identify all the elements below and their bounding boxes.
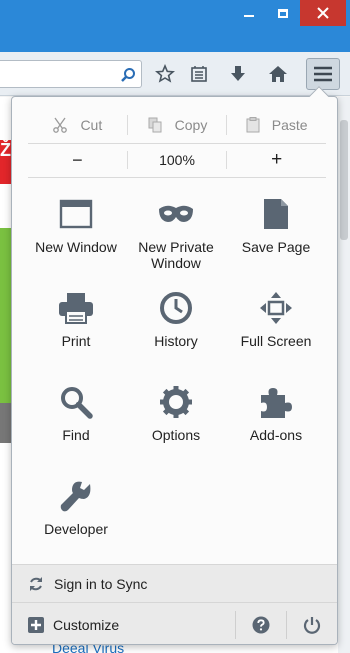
zoom-controls: − 100% + bbox=[28, 145, 326, 175]
paste-icon bbox=[246, 117, 260, 133]
customize-button[interactable]: Customize bbox=[12, 603, 235, 645]
full-screen-label: Full Screen bbox=[240, 333, 312, 349]
close-button[interactable] bbox=[300, 0, 346, 26]
edit-divider bbox=[28, 143, 326, 144]
edit-controls: Cut Copy Paste bbox=[28, 109, 326, 141]
power-icon bbox=[304, 616, 321, 634]
sign-in-to-sync-button[interactable]: Sign in to Sync bbox=[12, 564, 337, 602]
add-ons-button[interactable]: Add-ons bbox=[226, 379, 326, 471]
zoom-reset-button[interactable]: 100% bbox=[128, 145, 227, 175]
quit-button[interactable] bbox=[287, 603, 337, 645]
minimize-icon bbox=[244, 15, 254, 17]
home-button[interactable] bbox=[264, 60, 292, 88]
copy-icon bbox=[148, 117, 162, 133]
menu-panel: Cut Copy Paste − 100% + New Window New P… bbox=[11, 96, 338, 645]
zoom-in-button[interactable]: + bbox=[227, 145, 326, 175]
new-window-button[interactable]: New Window bbox=[26, 191, 126, 283]
history-button[interactable]: History bbox=[126, 285, 226, 377]
maximize-button[interactable] bbox=[266, 0, 300, 26]
download-icon bbox=[231, 66, 245, 81]
new-private-window-label: New Private Window bbox=[138, 239, 214, 271]
help-button[interactable] bbox=[236, 603, 286, 645]
search-icon[interactable] bbox=[120, 67, 136, 83]
save-page-button[interactable]: Save Page bbox=[226, 191, 326, 283]
gear-icon bbox=[160, 386, 192, 418]
close-icon bbox=[317, 7, 329, 19]
private-mask-icon bbox=[159, 205, 193, 222]
scrollbar-thumb[interactable] bbox=[340, 120, 348, 240]
clock-icon bbox=[160, 292, 192, 324]
plus-square-icon bbox=[28, 616, 44, 633]
search-input[interactable] bbox=[0, 61, 100, 87]
print-button[interactable]: Print bbox=[26, 285, 126, 377]
options-label: Options bbox=[151, 427, 201, 443]
help-icon bbox=[252, 616, 270, 633]
full-screen-button[interactable]: Full Screen bbox=[226, 285, 326, 377]
page-red-badge-text: Ž bbox=[0, 140, 11, 160]
add-ons-label: Add-ons bbox=[249, 427, 303, 443]
paste-label: Paste bbox=[271, 117, 308, 133]
zoom-divider bbox=[28, 177, 326, 178]
options-button[interactable]: Options bbox=[126, 379, 226, 471]
maximize-icon bbox=[278, 8, 288, 18]
panel-footer: Customize bbox=[12, 602, 337, 645]
reading-list-icon bbox=[191, 66, 207, 82]
copy-label: Copy bbox=[174, 117, 208, 133]
customize-label: Customize bbox=[53, 616, 120, 633]
new-private-window-button[interactable]: New Private Window bbox=[126, 191, 226, 283]
new-window-label: New Window bbox=[35, 239, 117, 255]
open-menu-button[interactable] bbox=[306, 58, 340, 90]
scissors-icon bbox=[53, 117, 68, 133]
developer-button[interactable]: Developer bbox=[26, 473, 126, 565]
save-page-icon bbox=[264, 199, 288, 229]
hamburger-menu-icon bbox=[314, 66, 332, 82]
home-icon bbox=[269, 66, 287, 82]
paste-button[interactable]: Paste bbox=[227, 109, 326, 141]
bookmark-star-icon bbox=[155, 64, 175, 83]
find-button[interactable]: Find bbox=[26, 379, 126, 471]
zoom-out-button[interactable]: − bbox=[28, 145, 127, 175]
printer-icon bbox=[59, 293, 93, 324]
wrench-icon bbox=[60, 481, 91, 512]
search-bar bbox=[0, 60, 142, 88]
history-label: History bbox=[154, 333, 198, 349]
window-titlebar bbox=[0, 0, 350, 52]
sync-label: Sign in to Sync bbox=[54, 575, 148, 592]
puzzle-icon bbox=[261, 388, 292, 418]
new-window-icon bbox=[59, 199, 93, 229]
fullscreen-icon bbox=[260, 292, 292, 324]
magnifier-icon bbox=[61, 387, 93, 419]
save-page-label: Save Page bbox=[241, 239, 311, 255]
developer-label: Developer bbox=[44, 521, 108, 537]
print-label: Print bbox=[61, 333, 91, 349]
cut-label: Cut bbox=[80, 117, 103, 133]
cut-button[interactable]: Cut bbox=[28, 109, 127, 141]
reading-list-button[interactable] bbox=[185, 60, 213, 88]
bookmark-button[interactable] bbox=[151, 60, 179, 88]
copy-button[interactable]: Copy bbox=[128, 109, 227, 141]
find-label: Find bbox=[62, 427, 90, 443]
minimize-button[interactable] bbox=[232, 0, 266, 26]
navigation-toolbar bbox=[0, 52, 350, 96]
sync-icon bbox=[30, 576, 42, 591]
download-button[interactable] bbox=[224, 60, 252, 88]
